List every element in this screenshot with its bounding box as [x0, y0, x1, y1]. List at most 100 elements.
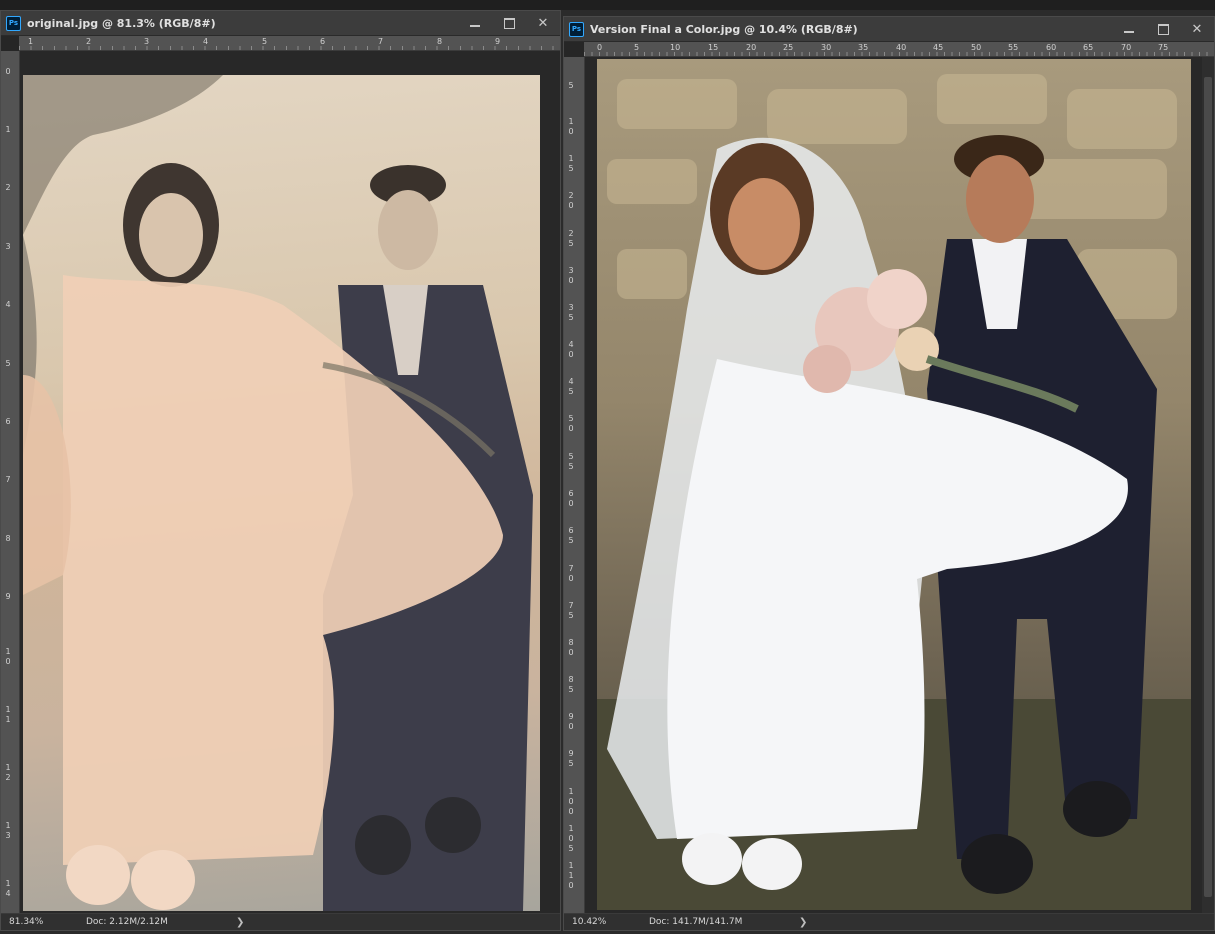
ruler-label: 1	[28, 37, 34, 46]
ruler-label: 65	[568, 526, 574, 545]
vertical-ruler[interactable]: 5 10 15 20 25 30 35 40 45 50 55 60 65 70…	[564, 57, 585, 914]
ruler-label: 70	[1121, 43, 1132, 52]
maximize-button[interactable]	[492, 11, 526, 35]
close-icon: ✕	[537, 15, 549, 31]
ruler-label: 9	[495, 37, 501, 46]
ruler-label: 105	[568, 824, 574, 853]
doc-size-info: Doc: 2.12M/2.12M	[86, 917, 168, 927]
ruler-label: 8	[437, 37, 443, 46]
ruler-label: 5	[634, 43, 640, 52]
horizontal-ruler[interactable]: 1 2 3 4 5 6 7 8 9	[19, 36, 560, 51]
title-bar[interactable]: Ps Version Final a Color.jpg @ 10.4% (RG…	[564, 17, 1214, 42]
ruler-label: 11	[5, 705, 11, 724]
horizontal-ruler[interactable]: 0 5 10 15 20 25 30 35 40 45 50 55 60 65 …	[584, 42, 1214, 57]
ruler-label: 50	[568, 414, 574, 433]
close-button[interactable]: ✕	[526, 11, 560, 35]
close-icon: ✕	[1191, 21, 1203, 37]
close-button[interactable]: ✕	[1180, 17, 1214, 41]
ruler-label: 0	[5, 67, 11, 76]
title-bar[interactable]: Ps original.jpg @ 81.3% (RGB/8#) ✕	[1, 11, 560, 36]
ruler-label: 6	[5, 417, 11, 426]
maximize-icon	[1157, 23, 1169, 35]
document-window-final[interactable]: Ps Version Final a Color.jpg @ 10.4% (RG…	[563, 16, 1215, 931]
ruler-label: 25	[783, 43, 794, 52]
ruler-label: 10	[670, 43, 681, 52]
document-window-original[interactable]: Ps original.jpg @ 81.3% (RGB/8#) ✕ 1 2 3…	[0, 10, 561, 931]
scroll-thumb[interactable]	[1204, 77, 1212, 897]
ruler-label: 15	[708, 43, 719, 52]
minimize-icon	[1124, 31, 1134, 33]
ruler-label: 40	[568, 340, 574, 359]
ruler-label: 7	[5, 475, 11, 484]
minimize-icon	[470, 25, 480, 27]
ruler-label: 14	[5, 879, 11, 898]
ruler-label: 6	[320, 37, 326, 46]
status-menu-arrow-icon[interactable]: ❯	[799, 917, 807, 928]
photoshop-icon: Ps	[6, 15, 21, 31]
ruler-label: 1	[5, 125, 11, 134]
document-canvas[interactable]	[585, 57, 1214, 914]
photo-original-icon[interactable]	[23, 75, 540, 911]
ruler-label: 65	[1083, 43, 1094, 52]
status-bar: 10.42% Doc: 141.7M/141.7M ❯	[564, 913, 1214, 930]
maximize-button[interactable]	[1146, 17, 1180, 41]
zoom-field[interactable]: 81.34%	[1, 917, 54, 927]
ruler-label: 3	[144, 37, 150, 46]
photo-colorized-icon[interactable]	[597, 59, 1191, 910]
ruler-label: 30	[568, 266, 574, 285]
colorized-photo-graphic	[597, 74, 1191, 910]
ruler-label: 20	[746, 43, 757, 52]
ruler-label: 10	[568, 117, 574, 136]
ruler-label: 45	[568, 377, 574, 396]
vertical-scrollbar[interactable]	[1202, 57, 1214, 914]
ruler-label: 95	[568, 749, 574, 768]
ruler-label: 12	[5, 763, 11, 782]
ruler-label: 7	[378, 37, 384, 46]
ruler-label: 55	[568, 452, 574, 471]
ruler-label: 50	[971, 43, 982, 52]
ruler-label: 9	[5, 592, 11, 601]
document-canvas[interactable]	[20, 51, 560, 914]
minimize-button[interactable]	[1112, 17, 1146, 41]
ruler-label: 3	[5, 242, 11, 251]
ruler-label: 20	[568, 191, 574, 210]
ruler-label: 35	[858, 43, 869, 52]
ruler-label: 45	[933, 43, 944, 52]
ruler-label: 110	[568, 861, 574, 890]
ruler-label: 13	[5, 821, 11, 840]
minimize-button[interactable]	[458, 11, 492, 35]
photoshop-icon: Ps	[569, 21, 584, 37]
ruler-label: 25	[568, 229, 574, 248]
maximize-icon	[503, 17, 515, 29]
ruler-label: 15	[568, 154, 574, 173]
ruler-label: 35	[568, 303, 574, 322]
ruler-label: 30	[821, 43, 832, 52]
ruler-label: 2	[86, 37, 92, 46]
doc-size-info: Doc: 141.7M/141.7M	[649, 917, 743, 927]
ruler-label: 55	[1008, 43, 1019, 52]
ruler-label: 70	[568, 564, 574, 583]
ruler-label: 75	[568, 601, 574, 620]
ruler-label: 2	[5, 183, 11, 192]
ruler-label: 4	[203, 37, 209, 46]
ruler-label: 40	[896, 43, 907, 52]
status-menu-arrow-icon[interactable]: ❯	[236, 917, 244, 928]
zoom-field[interactable]: 10.42%	[564, 917, 617, 927]
ruler-label: 60	[1046, 43, 1057, 52]
document-title: original.jpg @ 81.3% (RGB/8#)	[27, 16, 216, 30]
vertical-ruler[interactable]: 0 1 2 3 4 5 6 7 8 9 10 11 12 13 14	[1, 51, 20, 914]
ruler-label: 5	[5, 359, 11, 368]
ruler-label: 10	[5, 647, 11, 666]
ruler-label: 8	[5, 534, 11, 543]
ruler-label: 100	[568, 787, 574, 816]
status-bar: 81.34% Doc: 2.12M/2.12M ❯	[1, 913, 560, 930]
ruler-label: 60	[568, 489, 574, 508]
ruler-label: 85	[568, 675, 574, 694]
document-title: Version Final a Color.jpg @ 10.4% (RGB/8…	[590, 22, 858, 36]
faded-photo-graphic	[23, 75, 533, 911]
ruler-label: 5	[262, 37, 268, 46]
ruler-label: 0	[597, 43, 603, 52]
ruler-label: 90	[568, 712, 574, 731]
ruler-label: 80	[568, 638, 574, 657]
ruler-label: 75	[1158, 43, 1169, 52]
